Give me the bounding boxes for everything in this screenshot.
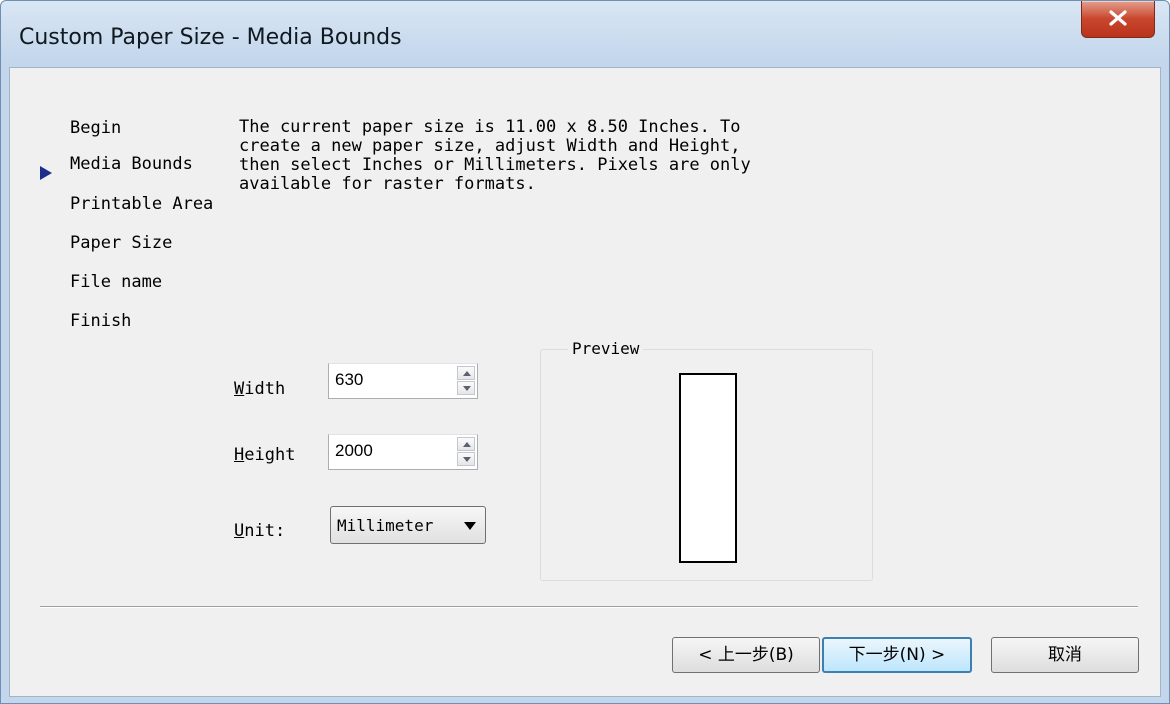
- step-finish: Finish: [70, 311, 132, 331]
- step-paper-size: Paper Size: [70, 233, 173, 253]
- height-decrement-down-icon[interactable]: [457, 452, 475, 466]
- step-file-name: File name: [70, 272, 163, 292]
- step-media-bounds: Media Bounds: [70, 154, 193, 174]
- height-label-mnemonic: H: [234, 445, 245, 465]
- width-increment-up-icon[interactable]: [457, 366, 475, 380]
- width-label-mnemonic: W: [234, 379, 245, 399]
- button-separator: [40, 606, 1138, 608]
- height-label-rest: eight: [244, 445, 296, 465]
- unit-label-mnemonic: U: [234, 521, 245, 541]
- height-increment-up-icon[interactable]: [457, 437, 475, 451]
- dialog-body: Begin Media Bounds Printable Area Paper …: [9, 67, 1161, 697]
- preview-group: Preview: [540, 339, 873, 581]
- height-label: Height: [234, 445, 295, 465]
- preview-label: Preview: [568, 339, 644, 358]
- description-text: The current paper size is 11.00 x 8.50 I…: [239, 117, 751, 194]
- width-decrement-down-icon[interactable]: [457, 381, 475, 395]
- current-step-arrow-icon: [40, 166, 52, 180]
- back-button[interactable]: < 上一步(B): [672, 637, 820, 673]
- chevron-down-icon: [464, 522, 476, 530]
- window-title: Custom Paper Size - Media Bounds: [19, 25, 402, 50]
- width-spinbox[interactable]: 630: [328, 363, 478, 399]
- close-button[interactable]: [1081, 1, 1155, 38]
- close-x-icon: [1109, 10, 1127, 26]
- unit-dropdown[interactable]: Millimeter: [330, 506, 486, 544]
- height-spinbox[interactable]: 2000: [328, 434, 478, 470]
- unit-label: Unit:: [234, 521, 285, 541]
- width-label-rest: idth: [244, 379, 286, 399]
- width-input[interactable]: 630: [335, 370, 363, 390]
- preview-page-rectangle: [679, 373, 737, 563]
- step-begin: Begin: [70, 118, 122, 138]
- unit-label-rest: nit:: [244, 521, 286, 541]
- unit-selected-value: Millimeter: [337, 516, 434, 535]
- dialog-window: Custom Paper Size - Media Bounds Begin M…: [0, 0, 1170, 704]
- step-printable-area: Printable Area: [70, 194, 214, 214]
- width-label: Width: [234, 379, 285, 399]
- next-button[interactable]: 下一步(N) >: [822, 637, 972, 673]
- height-spin-buttons: [457, 437, 475, 467]
- cancel-button[interactable]: 取消: [991, 637, 1139, 673]
- width-spin-buttons: [457, 366, 475, 396]
- height-input[interactable]: 2000: [335, 441, 373, 461]
- title-bar[interactable]: Custom Paper Size - Media Bounds: [1, 1, 1169, 67]
